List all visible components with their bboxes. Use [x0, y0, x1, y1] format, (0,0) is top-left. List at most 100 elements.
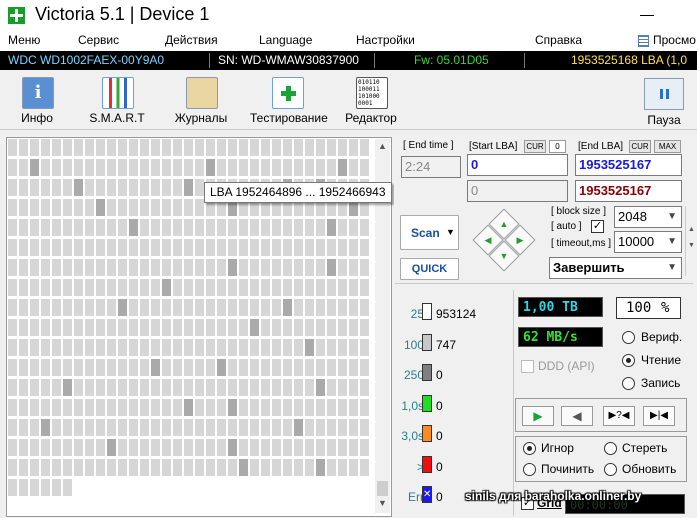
- counter-label: 1,0s: [401, 398, 424, 413]
- progress-percent: 100: [626, 300, 652, 316]
- scan-block: [239, 419, 248, 436]
- scan-block: [63, 399, 72, 416]
- scan-block: [239, 399, 248, 416]
- auto-checkbox[interactable]: ✓: [591, 220, 604, 233]
- scan-block: [316, 299, 325, 316]
- seek-end-button[interactable]: ▶|◀: [643, 406, 675, 426]
- start-lba-input[interactable]: 0: [467, 154, 568, 176]
- scan-block: [30, 399, 39, 416]
- mode-verify-radio[interactable]: [622, 331, 635, 344]
- scan-block: [118, 459, 127, 476]
- scan-block: [162, 419, 171, 436]
- smart-label: S.M.A.R.T: [89, 111, 145, 125]
- view-list-icon[interactable]: [638, 35, 649, 47]
- scan-block: [140, 439, 149, 456]
- scan-block: [316, 439, 325, 456]
- scan-block: [96, 219, 105, 236]
- scan-block: [327, 459, 336, 476]
- mode-read-radio[interactable]: [622, 354, 635, 367]
- scan-block: [129, 459, 138, 476]
- scan-block: [261, 159, 270, 176]
- action-repair-radio[interactable]: [523, 463, 536, 476]
- speed-display: 62 MB/s: [518, 327, 603, 347]
- smart-button[interactable]: S.M.A.R.T: [80, 70, 154, 128]
- scroll-down-arrow-icon[interactable]: ▼: [375, 498, 390, 512]
- scan-block: [206, 359, 215, 376]
- scan-block: [151, 439, 160, 456]
- scan-block: [162, 239, 171, 256]
- scan-block: [129, 279, 138, 296]
- menu-settings[interactable]: Настройки: [356, 33, 415, 47]
- test-tubes-icon: [102, 77, 134, 109]
- mode-write-radio[interactable]: [622, 377, 635, 390]
- scan-block: [305, 159, 314, 176]
- scan-block: [162, 259, 171, 276]
- scan-button[interactable]: Scan ▼: [400, 215, 459, 250]
- timeout-select[interactable]: 10000 ▼: [614, 231, 682, 253]
- scan-block: [129, 439, 138, 456]
- scan-block: [338, 219, 347, 236]
- scan-block: [195, 299, 204, 316]
- menu-help[interactable]: Справка: [535, 33, 582, 47]
- scroll-up-arrow-icon[interactable]: ▲: [375, 141, 390, 155]
- scan-block: [30, 259, 39, 276]
- action-refresh-radio[interactable]: [604, 463, 617, 476]
- scan-block: [294, 339, 303, 356]
- testing-button[interactable]: Тестирование: [250, 70, 328, 128]
- scan-block: [41, 259, 50, 276]
- scan-block: [118, 199, 127, 216]
- scan-block: [162, 219, 171, 236]
- scan-block: [250, 439, 259, 456]
- scan-block: [338, 439, 347, 456]
- finish-action-select[interactable]: Завершить ▼: [549, 257, 682, 279]
- end-lba-input[interactable]: 1953525167: [575, 154, 682, 176]
- scan-block: [349, 399, 358, 416]
- block-size-select[interactable]: 2048 ▼: [614, 206, 682, 228]
- end-cur-button[interactable]: CUR: [629, 140, 651, 153]
- editor-button[interactable]: 010110 100011 101000 0001 Редактор: [334, 70, 408, 128]
- action-erase-radio[interactable]: [604, 442, 617, 455]
- quick-button[interactable]: QUICK: [400, 258, 459, 280]
- scan-block: [19, 279, 28, 296]
- scan-block: [283, 239, 292, 256]
- end-max-button[interactable]: MAX: [654, 140, 681, 153]
- binary-document-icon: 010110 100011 101000 0001: [356, 77, 388, 109]
- scan-block: [206, 219, 215, 236]
- seek-random-button[interactable]: ▶?◀: [603, 406, 635, 426]
- action-ignore-radio[interactable]: [523, 442, 536, 455]
- scan-block: [162, 459, 171, 476]
- end-time-field[interactable]: 2:24: [401, 156, 461, 178]
- scan-block: [360, 419, 369, 436]
- logs-button[interactable]: Журналы: [164, 70, 238, 128]
- scan-block: [173, 179, 182, 196]
- menu-view[interactable]: Просмо: [653, 33, 696, 47]
- scan-block: [151, 379, 160, 396]
- scan-block: [140, 359, 149, 376]
- menu-service[interactable]: Сервис: [78, 33, 119, 47]
- play-forward-button[interactable]: ▶: [522, 406, 554, 426]
- minimize-icon[interactable]: [640, 15, 654, 16]
- scan-block: [250, 299, 259, 316]
- scan-block: [250, 319, 259, 336]
- menu-main[interactable]: Меню: [8, 33, 40, 47]
- scan-block: [96, 319, 105, 336]
- ddd-api-checkbox[interactable]: [521, 360, 534, 373]
- scan-block: [239, 319, 248, 336]
- pause-button[interactable]: Пауза: [642, 78, 686, 127]
- scan-block: [8, 139, 17, 156]
- info-button[interactable]: i Инфо: [0, 70, 74, 128]
- scan-block: [327, 279, 336, 296]
- scan-block: [184, 319, 193, 336]
- play-backward-button[interactable]: ◀: [561, 406, 593, 426]
- counter-value: 0: [436, 368, 443, 382]
- menu-language[interactable]: Language: [259, 33, 312, 47]
- scan-block: [283, 279, 292, 296]
- pause-label: Пауза: [647, 113, 681, 127]
- scan-block: [316, 159, 325, 176]
- menu-actions[interactable]: Действия: [165, 33, 218, 47]
- start-cur-button[interactable]: CUR: [524, 140, 546, 153]
- scroll-thumb[interactable]: [377, 481, 388, 496]
- scan-block: [74, 239, 83, 256]
- panel-edge-scroll[interactable]: ▲ ▼: [685, 206, 695, 276]
- scan-block: [173, 439, 182, 456]
